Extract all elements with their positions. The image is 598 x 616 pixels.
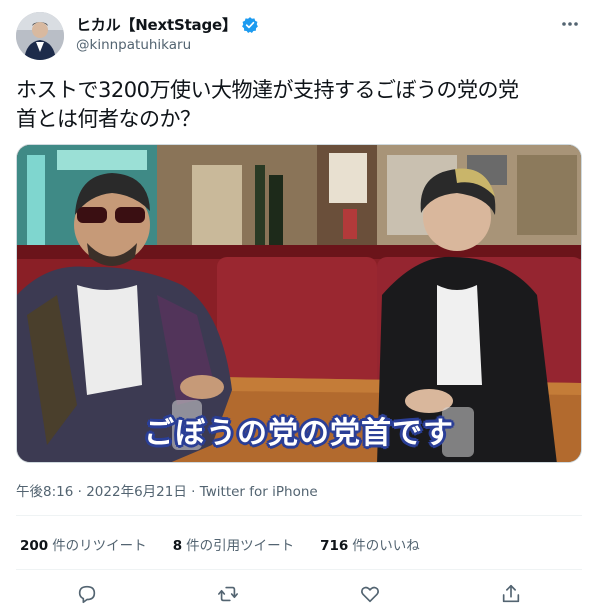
avatar[interactable] xyxy=(16,12,64,60)
verified-badge-icon xyxy=(241,16,259,34)
divider xyxy=(16,515,582,516)
tweet-text-line: ホストで3200万使い大物達が支持するごぼうの党の党 xyxy=(16,78,519,102)
tweet-time[interactable]: 午後8:16 xyxy=(16,484,73,500)
retweets-label: 件のリツイート xyxy=(52,538,147,554)
meta-separator: · xyxy=(191,484,196,500)
media-image[interactable]: ごぼうの党の党首です xyxy=(16,144,582,463)
tweet: ヒカル【NextStage】 @kinnpatuhikaru ホストで3200万… xyxy=(0,0,598,616)
reply-icon[interactable] xyxy=(73,580,101,608)
quotes-label: 件の引用ツイート xyxy=(186,538,295,554)
tweet-source[interactable]: Twitter for iPhone xyxy=(200,484,318,500)
tweet-meta: 午後8:16 · 2022年6月21日 · Twitter for iPhone xyxy=(16,480,318,500)
retweet-icon[interactable] xyxy=(214,580,242,608)
likes-label: 件のいいね xyxy=(352,538,420,554)
divider xyxy=(16,569,582,570)
tweet-text-line: 首とは何者なのか？ xyxy=(16,107,201,131)
quotes-stat[interactable]: 8 件の引用ツイート xyxy=(173,534,294,554)
author-display-name[interactable]: ヒカル【NextStage】 xyxy=(76,14,237,35)
retweets-count: 200 xyxy=(20,538,49,554)
retweets-stat[interactable]: 200 件のリツイート xyxy=(20,534,147,554)
quotes-count: 8 xyxy=(172,538,183,554)
share-icon[interactable] xyxy=(497,580,525,608)
tweet-stats: 200 件のリツイート 8 件の引用ツイート 716 件のいいね xyxy=(20,534,420,554)
heart-icon[interactable] xyxy=(356,580,384,608)
likes-count: 716 xyxy=(320,538,349,554)
author-handle[interactable]: @kinnpatuhikaru xyxy=(76,37,191,53)
tweet-text: ホストで3200万使い大物達が支持するごぼうの党の党 首とは何者なのか？ xyxy=(16,76,582,134)
tweet-date[interactable]: 2022年6月21日 xyxy=(86,484,187,500)
meta-separator: · xyxy=(77,484,82,500)
media-caption: ごぼうの党の党首です xyxy=(144,416,454,451)
likes-stat[interactable]: 716 件のいいね xyxy=(320,534,420,554)
author-name-row[interactable]: ヒカル【NextStage】 xyxy=(76,14,259,35)
more-icon[interactable] xyxy=(560,14,580,34)
tweet-actions xyxy=(0,576,598,612)
